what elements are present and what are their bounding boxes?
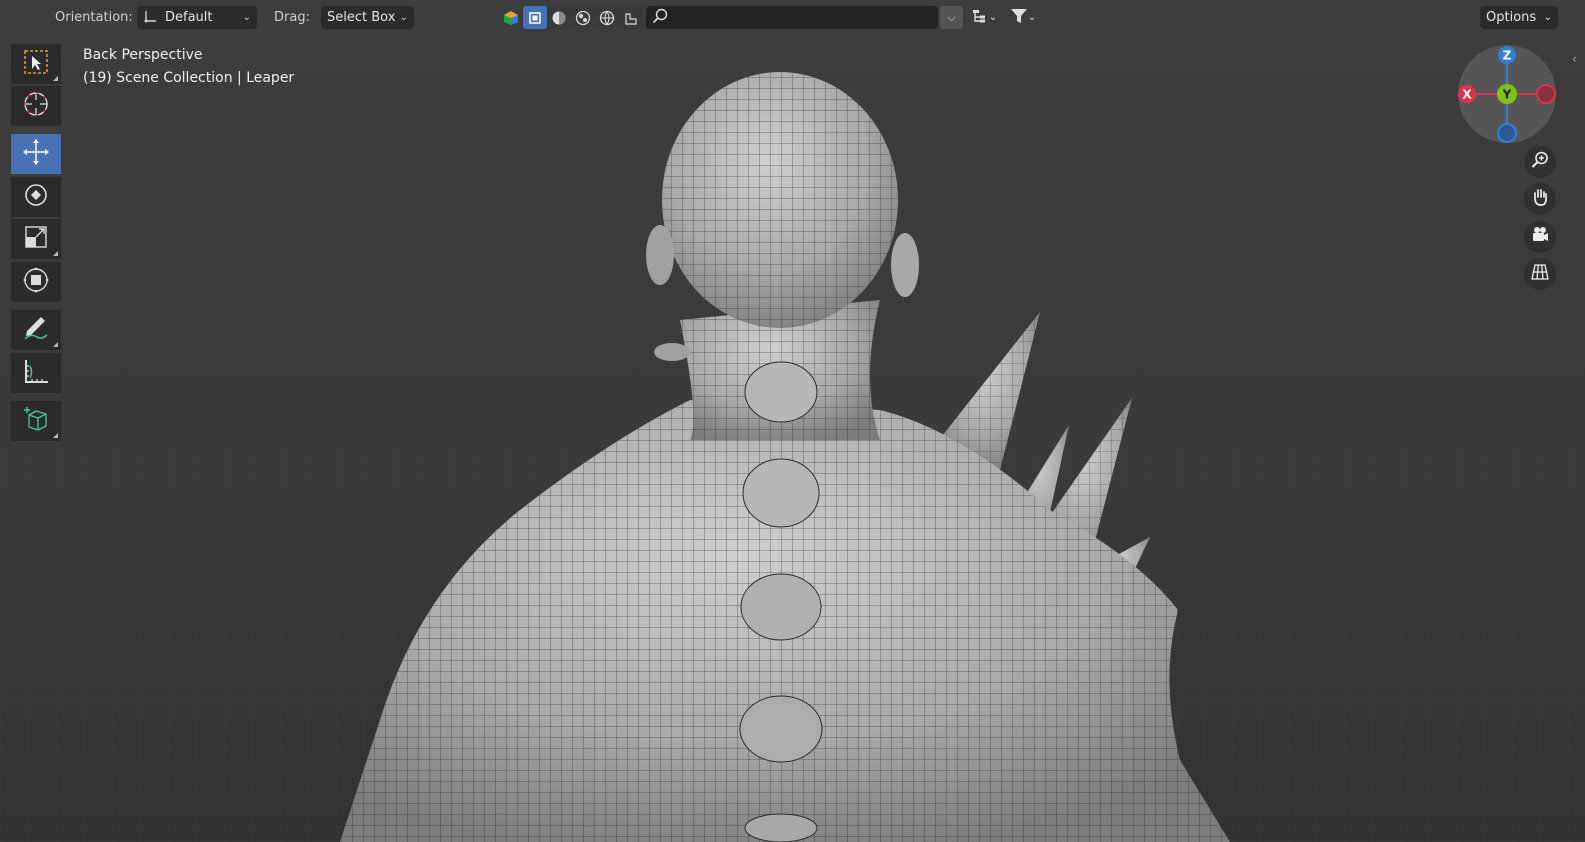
rendered-shading-button[interactable] — [595, 6, 619, 29]
tool-scale[interactable] — [11, 219, 61, 259]
tool-corner-indicator — [53, 342, 58, 347]
chevron-down-icon: ⌄ — [988, 12, 998, 23]
scale-icon — [22, 223, 50, 255]
hierarchy-icon — [971, 8, 989, 28]
tool-corner-indicator — [53, 76, 58, 81]
orientation-dropdown[interactable]: Default ⌄ — [137, 6, 257, 29]
chevron-down-icon: ⌄ — [1027, 12, 1037, 23]
options-dropdown[interactable]: Options ⌄ — [1480, 6, 1558, 29]
orientation-label: Orientation: — [55, 10, 133, 25]
options-label: Options — [1486, 10, 1537, 25]
tool-annotate[interactable] — [11, 310, 61, 350]
search-box[interactable] — [646, 6, 938, 29]
3d-viewport[interactable] — [0, 0, 1585, 842]
transform-icon — [21, 265, 51, 299]
tool-add-cube[interactable] — [11, 401, 61, 441]
move-icon — [21, 137, 51, 171]
viewport-header: Orientation: Default ⌄ Drag: Select Box … — [0, 0, 1585, 36]
annotate-icon — [21, 313, 51, 347]
camera-view-button[interactable] — [1524, 221, 1556, 253]
tool-select-box[interactable] — [11, 44, 61, 84]
tool-rotate[interactable] — [11, 177, 61, 217]
sidebar-toggle-chevron-icon[interactable]: ‹ — [1572, 52, 1577, 66]
cube-color-icon[interactable] — [499, 6, 523, 29]
wireframe-shading-button[interactable] — [619, 6, 643, 29]
gizmo-x-label: X — [1462, 88, 1472, 102]
view-name: Back Perspective — [83, 47, 203, 63]
zoom-button[interactable] — [1524, 146, 1556, 178]
xray-toggle-button[interactable] — [523, 6, 547, 29]
gizmo-y-label: Y — [1502, 88, 1512, 102]
filter-dropdown[interactable]: ⌄ — [1004, 6, 1042, 29]
camera-icon — [1530, 225, 1550, 249]
search-input[interactable] — [672, 9, 926, 26]
hierarchy-dropdown[interactable]: ⌄ — [966, 6, 1002, 29]
tool-corner-indicator — [53, 251, 58, 256]
material-shading-button[interactable] — [571, 6, 595, 29]
chevron-down-icon: ⌄ — [399, 12, 408, 23]
gizmo-z-label: Z — [1503, 49, 1512, 63]
zoom-icon — [1530, 150, 1550, 174]
drag-value: Select Box — [327, 10, 396, 25]
tool-corner-indicator — [53, 433, 58, 438]
filter-icon — [1010, 7, 1028, 29]
add-cube-icon — [21, 404, 51, 438]
chevron-down-icon: ⌄ — [242, 12, 251, 23]
orientation-value: Default — [165, 10, 213, 25]
pan-button[interactable] — [1524, 183, 1556, 215]
rotate-icon — [21, 180, 51, 214]
viewport-info: Back Perspective (19) Scene Collection |… — [83, 44, 294, 90]
chevron-down-icon: ⌄ — [1543, 12, 1552, 23]
orientation-axes-icon — [143, 9, 157, 27]
tool-transform[interactable] — [11, 262, 61, 302]
drag-dropdown[interactable]: Select Box ⌄ — [321, 6, 414, 29]
tool-cursor[interactable] — [11, 86, 61, 126]
chevron-down-icon: ⌵ — [947, 10, 956, 24]
navigation-gizmo[interactable]: X Z Y — [1457, 44, 1557, 144]
grid-perspective-icon — [1530, 262, 1550, 286]
pan-hand-icon — [1530, 187, 1550, 211]
collapse-button[interactable]: ⌵ — [940, 6, 963, 29]
collection-info: (19) Scene Collection | Leaper — [83, 70, 295, 86]
search-icon — [652, 8, 668, 28]
measure-icon — [21, 356, 51, 390]
select-box-icon — [22, 48, 50, 80]
tool-move[interactable] — [11, 134, 61, 174]
cursor-icon — [21, 89, 51, 123]
solid-shading-button[interactable] — [547, 6, 571, 29]
perspective-toggle-button[interactable] — [1524, 258, 1556, 290]
drag-label: Drag: — [274, 10, 310, 25]
tool-measure[interactable] — [11, 353, 61, 393]
